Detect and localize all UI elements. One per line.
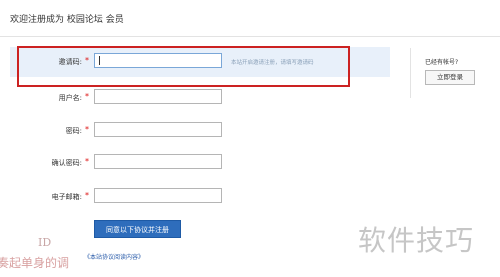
email-label: 电子邮箱:: [51, 193, 82, 201]
username-input[interactable]: [94, 89, 222, 104]
page-header: 欢迎注册成为 校园论坛 会员: [0, 0, 500, 37]
required-marker: *: [85, 157, 89, 166]
login-sidebar: 已经有帐号? 立即登录: [410, 48, 500, 98]
have-account-text: 已经有帐号?: [425, 59, 459, 66]
site-watermark: 软件技巧: [358, 224, 475, 257]
username-label: 用户名:: [58, 94, 82, 102]
id-watermark: ID: [38, 236, 52, 249]
required-marker: *: [85, 125, 89, 134]
confirm-password-input[interactable]: [94, 154, 222, 169]
email-row: 电子邮箱: *: [10, 188, 392, 206]
password-input[interactable]: [94, 122, 222, 137]
email-input[interactable]: [94, 188, 222, 203]
password-row: 密码: *: [10, 122, 392, 140]
author-watermark: 奏起单身的调: [0, 256, 70, 270]
login-button[interactable]: 立即登录: [425, 70, 475, 85]
agree-and-register-button[interactable]: 同意以下协议并注册: [94, 220, 181, 238]
confirm-password-label: 确认密码:: [51, 159, 82, 167]
terms-link[interactable]: 《本站协议阅读内容》: [84, 252, 144, 261]
required-marker: *: [85, 92, 89, 101]
required-marker: *: [85, 191, 89, 200]
username-row: 用户名: *: [10, 89, 392, 107]
invite-code-annotation-box: [17, 46, 350, 87]
page-title: 欢迎注册成为 校园论坛 会员: [10, 15, 124, 25]
confirm-password-row: 确认密码: *: [10, 154, 392, 172]
password-label: 密码:: [65, 127, 82, 135]
